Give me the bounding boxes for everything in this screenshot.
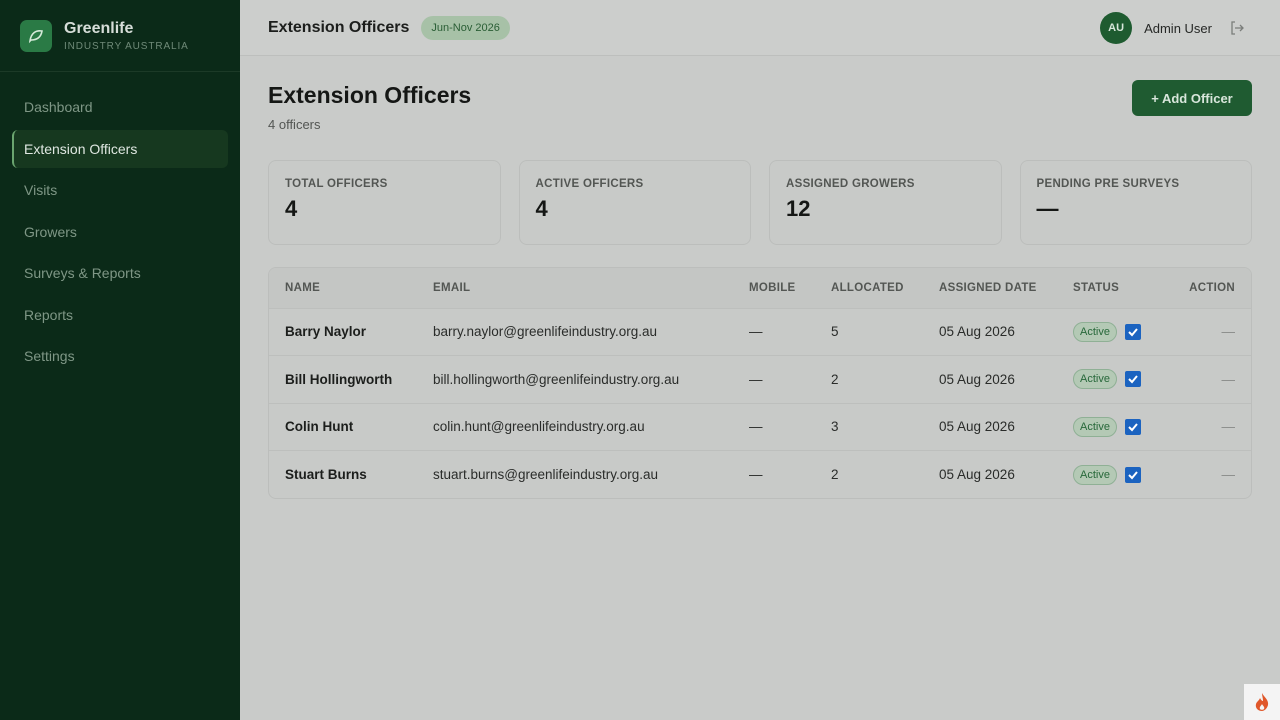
table-row[interactable]: Colin Hunt colin.hunt@greenlifeindustry.… xyxy=(269,403,1251,451)
officer-assigned-date: 05 Aug 2026 xyxy=(939,419,1015,435)
flame-icon[interactable] xyxy=(1244,684,1280,720)
officer-name: Stuart Burns xyxy=(285,467,367,482)
officer-mobile: — xyxy=(749,419,763,435)
officer-status-cell: Active xyxy=(1073,308,1169,356)
logout-icon[interactable] xyxy=(1228,19,1246,37)
officer-assigned-date: 05 Aug 2026 xyxy=(939,371,1015,387)
officer-action: — xyxy=(1221,419,1236,435)
officer-status-cell: Active xyxy=(1073,403,1169,451)
officer-name: Colin Hunt xyxy=(285,419,354,435)
checkbox-checked-icon[interactable] xyxy=(1124,323,1141,340)
sidebar-item-dashboard[interactable]: Dashboard xyxy=(12,88,228,126)
officer-allocated: 2 xyxy=(831,371,839,387)
stat-value: 4 xyxy=(535,196,548,221)
stat-card-pending-pre-surveys: PENDING PRE SURVEYS — xyxy=(1019,160,1252,245)
column-header-status[interactable]: STATUS xyxy=(1073,268,1169,308)
table-row[interactable]: Barry Naylor barry.naylor@greenlifeindus… xyxy=(269,308,1251,356)
brand-name: Greenlife xyxy=(64,19,134,37)
sidebar-item-visits[interactable]: Visits xyxy=(12,171,228,209)
status-badge: Active xyxy=(1073,321,1117,342)
sidebar: Greenlife INDUSTRY AUSTRALIA Dashboard E… xyxy=(0,0,240,720)
stat-card-assigned-growers: ASSIGNED GROWERS 12 xyxy=(769,160,1002,245)
checkbox-checked-icon[interactable] xyxy=(1124,466,1141,483)
checkbox-checked-icon[interactable] xyxy=(1124,418,1141,435)
sidebar-item-extension-officers[interactable]: Extension Officers xyxy=(12,129,228,168)
sidebar-nav: Dashboard Extension Officers Visits Grow… xyxy=(0,72,240,395)
add-officer-button[interactable]: + Add Officer xyxy=(1132,80,1252,116)
stat-value: — xyxy=(1036,196,1059,221)
officer-mobile: — xyxy=(749,467,763,482)
leaf-icon xyxy=(20,19,52,52)
stat-value: 12 xyxy=(786,196,811,221)
officer-email: colin.hunt@greenlifeindustry.org.au xyxy=(433,419,645,435)
stat-card-active-officers: ACTIVE OFFICERS 4 xyxy=(518,160,751,245)
topbar: Extension Officers Jun-Nov 2026 AU Admin… xyxy=(240,0,1280,56)
officer-status-cell: Active xyxy=(1073,451,1169,499)
officer-status-cell: Active xyxy=(1073,356,1169,404)
season-badge: Jun-Nov 2026 xyxy=(421,15,510,40)
status-badge: Active xyxy=(1073,369,1117,390)
table-row[interactable]: Bill Hollingworth bill.hollingworth@gree… xyxy=(269,355,1251,404)
sidebar-item-growers[interactable]: Growers xyxy=(12,213,228,251)
checkbox-checked-icon[interactable] xyxy=(1124,371,1141,388)
column-header-allocated[interactable]: ALLOCATED xyxy=(831,268,939,308)
officer-action: — xyxy=(1221,467,1236,482)
page-title: Extension Officers xyxy=(268,82,472,108)
officer-mobile: — xyxy=(749,324,763,340)
table-header-row: NAME EMAIL MOBILE ALLOCATED ASSIGNED DAT… xyxy=(269,268,1251,308)
stat-value: 4 xyxy=(285,196,298,221)
officer-email: bill.hollingworth@greenlifeindustry.org.… xyxy=(433,371,680,387)
stats-row: TOTAL OFFICERS 4 ACTIVE OFFICERS 4 ASSIG… xyxy=(268,160,1252,245)
officer-action: — xyxy=(1221,371,1236,387)
officer-name: Bill Hollingworth xyxy=(285,371,393,387)
stat-label: ACTIVE OFFICERS xyxy=(535,178,644,190)
sidebar-item-surveys-reports[interactable]: Surveys & Reports xyxy=(12,254,228,292)
officer-allocated: 2 xyxy=(831,467,839,482)
column-header-action: ACTION xyxy=(1189,281,1235,294)
brand: Greenlife INDUSTRY AUSTRALIA xyxy=(0,0,240,72)
page-subtitle: 4 officers xyxy=(268,117,321,132)
status-badge: Active xyxy=(1073,464,1117,485)
column-header-name[interactable]: NAME xyxy=(269,268,433,308)
column-header-email[interactable]: EMAIL xyxy=(433,268,749,308)
officer-allocated: 5 xyxy=(831,324,839,340)
officer-email: stuart.burns@greenlifeindustry.org.au xyxy=(433,467,659,482)
officers-table: NAME EMAIL MOBILE ALLOCATED ASSIGNED DAT… xyxy=(268,267,1252,499)
user-menu: AU Admin User xyxy=(1100,12,1246,44)
officer-name: Barry Naylor xyxy=(285,324,367,340)
sidebar-item-settings[interactable]: Settings xyxy=(12,337,228,375)
column-header-assigned-date[interactable]: ASSIGNED DATE xyxy=(939,268,1073,308)
officer-mobile: — xyxy=(749,371,763,387)
column-header-mobile[interactable]: MOBILE xyxy=(749,268,831,308)
officer-allocated: 3 xyxy=(831,419,839,435)
officer-email: barry.naylor@greenlifeindustry.org.au xyxy=(433,324,658,340)
header-title: Extension Officers xyxy=(268,18,410,36)
table-row[interactable]: Stuart Burns stuart.burns@greenlifeindus… xyxy=(269,450,1251,499)
officer-assigned-date: 05 Aug 2026 xyxy=(939,324,1015,340)
avatar[interactable]: AU xyxy=(1100,12,1133,44)
brand-subtitle: INDUSTRY AUSTRALIA xyxy=(64,40,189,52)
status-badge: Active xyxy=(1073,416,1117,437)
stat-label: ASSIGNED GROWERS xyxy=(786,178,915,190)
sidebar-item-reports[interactable]: Reports xyxy=(12,296,228,334)
officer-assigned-date: 05 Aug 2026 xyxy=(939,467,1015,482)
stat-card-total-officers: TOTAL OFFICERS 4 xyxy=(268,160,501,245)
officer-action: — xyxy=(1221,324,1236,340)
user-name: Admin User xyxy=(1144,20,1212,36)
stat-label: PENDING PRE SURVEYS xyxy=(1036,178,1180,190)
stat-label: TOTAL OFFICERS xyxy=(285,178,388,190)
